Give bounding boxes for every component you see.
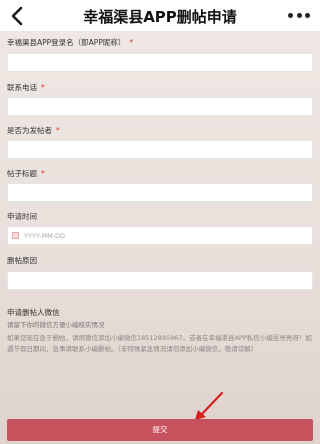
apply-date-input[interactable]: YYYY-MM-DD bbox=[7, 226, 313, 245]
required-mark: * bbox=[41, 83, 45, 92]
apply-date-placeholder: YYYY-MM-DD bbox=[24, 231, 66, 240]
back-icon[interactable] bbox=[8, 5, 28, 27]
app-username-input[interactable] bbox=[7, 53, 313, 72]
page-title: 幸福渠县APP删帖申请 bbox=[83, 8, 237, 26]
notice-text: 如果您现在急于删帖，请用微信添加小编微信18512895967，或者在幸福渠县A… bbox=[7, 334, 312, 353]
is-poster-label: 是否为发帖者 * bbox=[7, 125, 60, 136]
is-poster-label-text: 是否为发帖者 bbox=[7, 126, 52, 135]
app-username-label: 幸福渠县APP登录名（即APP昵称） * bbox=[7, 37, 133, 48]
phone-label-text: 联系电话 bbox=[7, 83, 37, 92]
post-title-label-text: 帖子标题 bbox=[7, 169, 37, 178]
delete-reason-label: 删帖原因 bbox=[7, 256, 37, 265]
is-poster-input[interactable] bbox=[7, 140, 313, 159]
required-mark: * bbox=[56, 126, 60, 135]
delete-reason-input[interactable] bbox=[7, 271, 313, 290]
apply-date-label: 申请时间 bbox=[7, 212, 37, 221]
red-arrow-annotation bbox=[195, 391, 224, 420]
phone-label: 联系电话 * bbox=[7, 82, 45, 93]
post-title-input[interactable] bbox=[7, 183, 313, 202]
app-username-label-text: 幸福渠县APP登录名（即APP昵称） bbox=[7, 38, 126, 47]
more-dots-icon[interactable] bbox=[288, 13, 310, 19]
required-mark: * bbox=[41, 169, 45, 178]
phone-input[interactable] bbox=[7, 97, 313, 116]
wechat-hint: 请留下你的微信方便小编核实情况 bbox=[7, 321, 105, 329]
post-title-label: 帖子标题 * bbox=[7, 168, 45, 179]
calendar-icon bbox=[12, 232, 19, 239]
top-bar: 幸福渠县APP删帖申请 bbox=[0, 0, 320, 32]
submit-button[interactable]: 提交 bbox=[7, 419, 313, 441]
wechat-label: 申请删帖人微信 bbox=[7, 308, 60, 317]
required-mark: * bbox=[129, 38, 134, 47]
